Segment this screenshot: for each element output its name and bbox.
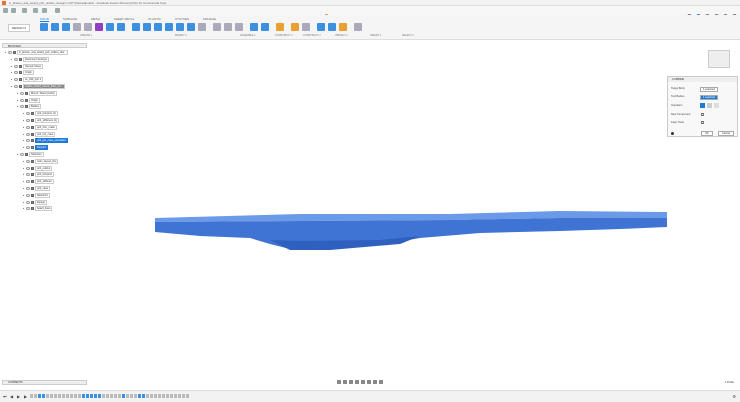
combine-title: COMBINE (668, 77, 737, 82)
timeline-settings-icon[interactable]: ⚙ (732, 394, 736, 399)
previous-step-icon[interactable]: ◀ (10, 394, 13, 399)
orbit-icon[interactable] (337, 380, 341, 384)
timeline-feature-icon[interactable] (154, 394, 157, 398)
keep-tools-checkbox[interactable] (701, 121, 704, 124)
target-body-label: Target Body (671, 87, 685, 90)
display-settings-icon[interactable] (367, 380, 371, 384)
timeline-feature-icon[interactable] (170, 394, 173, 398)
timeline-feature-icon[interactable] (42, 394, 45, 398)
target-body-selector[interactable]: 1 selected (700, 87, 718, 92)
first-step-icon[interactable]: ⏮ (3, 394, 7, 399)
info-icon[interactable] (671, 132, 674, 135)
timeline-feature-icon[interactable] (158, 394, 161, 398)
timeline-feature-icon[interactable] (46, 394, 49, 398)
timeline: ⏮ ◀ ▶ ▶ ⚙ (0, 390, 740, 402)
timeline-feature-icon[interactable] (146, 394, 149, 398)
timeline-feature-icon[interactable] (134, 394, 137, 398)
timeline-feature-icon[interactable] (70, 394, 73, 398)
timeline-feature-icon[interactable] (174, 394, 177, 398)
timeline-features (30, 394, 189, 398)
comments-panel[interactable]: COMMENTS (2, 380, 87, 385)
keep-tools-label: Keep Tools (671, 121, 684, 124)
tool-bodies-label: Tool Bodies (671, 95, 685, 98)
timeline-feature-icon[interactable] (78, 394, 81, 398)
navigation-bar (337, 380, 383, 384)
timeline-feature-icon[interactable] (126, 394, 129, 398)
timeline-feature-icon[interactable] (30, 394, 33, 398)
timeline-feature-icon[interactable] (106, 394, 109, 398)
look-at-icon[interactable] (343, 380, 347, 384)
pan-icon[interactable] (349, 380, 353, 384)
timeline-feature-icon[interactable] (74, 394, 77, 398)
tool-bodies-selector[interactable]: 1 selected (700, 95, 718, 100)
timeline-feature-icon[interactable] (58, 394, 61, 398)
timeline-feature-icon[interactable] (162, 394, 165, 398)
viewports-icon[interactable] (379, 380, 383, 384)
cancel-button[interactable]: Cancel (718, 131, 735, 136)
view-cube[interactable] (708, 50, 730, 68)
timeline-feature-icon[interactable] (110, 394, 113, 398)
timeline-feature-icon[interactable] (94, 394, 97, 398)
timeline-feature-icon[interactable] (130, 394, 133, 398)
timeline-feature-icon[interactable] (150, 394, 153, 398)
operation-cut-icon[interactable] (707, 103, 712, 108)
timeline-feature-icon[interactable] (142, 394, 145, 398)
timeline-feature-icon[interactable] (62, 394, 65, 398)
viewport-3d-body[interactable] (0, 0, 740, 402)
timeline-feature-icon[interactable] (34, 394, 37, 398)
grid-settings-icon[interactable] (373, 380, 377, 384)
timeline-feature-icon[interactable] (38, 394, 41, 398)
timeline-feature-icon[interactable] (122, 394, 125, 398)
timeline-feature-icon[interactable] (114, 394, 117, 398)
timeline-feature-icon[interactable] (50, 394, 53, 398)
timeline-feature-icon[interactable] (98, 394, 101, 398)
timeline-feature-icon[interactable] (86, 394, 89, 398)
operation-intersect-icon[interactable] (714, 103, 719, 108)
timeline-feature-icon[interactable] (82, 394, 85, 398)
timeline-feature-icon[interactable] (66, 394, 69, 398)
operation-label: Operation (671, 104, 683, 107)
timeline-feature-icon[interactable] (186, 394, 189, 398)
next-step-icon[interactable]: ▶ (24, 394, 27, 399)
operation-join-icon[interactable] (700, 103, 705, 108)
ok-button[interactable]: OK (701, 131, 713, 136)
status-text: 1 Profile (724, 381, 734, 384)
combine-dialog: COMBINE Target Body 1 selected Tool Bodi… (667, 76, 738, 137)
timeline-feature-icon[interactable] (102, 394, 105, 398)
body-front-face[interactable] (155, 218, 667, 249)
timeline-feature-icon[interactable] (90, 394, 93, 398)
timeline-feature-icon[interactable] (54, 394, 57, 398)
play-icon[interactable]: ▶ (17, 394, 20, 399)
timeline-feature-icon[interactable] (178, 394, 181, 398)
new-component-label: New Component (671, 113, 691, 116)
new-component-checkbox[interactable] (701, 113, 704, 116)
fit-icon[interactable] (361, 380, 365, 384)
timeline-feature-icon[interactable] (182, 394, 185, 398)
timeline-feature-icon[interactable] (138, 394, 141, 398)
timeline-feature-icon[interactable] (166, 394, 169, 398)
zoom-icon[interactable] (355, 380, 359, 384)
timeline-feature-icon[interactable] (118, 394, 121, 398)
